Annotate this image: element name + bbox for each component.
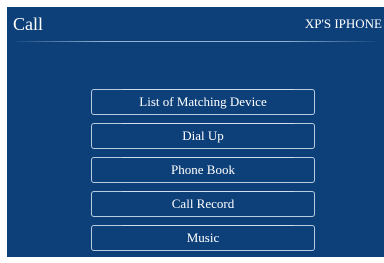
call-screen: Call XP'S IPHONE List of Matching Device…	[7, 7, 384, 257]
header-divider	[15, 41, 375, 42]
call-record-button[interactable]: Call Record	[91, 191, 315, 217]
phone-book-button[interactable]: Phone Book	[91, 157, 315, 183]
dial-up-button[interactable]: Dial Up	[91, 123, 315, 149]
music-button[interactable]: Music	[91, 225, 315, 251]
connected-device-name: XP'S IPHONE	[304, 16, 382, 31]
list-of-matching-device-button[interactable]: List of Matching Device	[91, 89, 315, 115]
call-menu: List of Matching Device Dial Up Phone Bo…	[91, 89, 315, 251]
page-title: Call	[13, 14, 43, 34]
